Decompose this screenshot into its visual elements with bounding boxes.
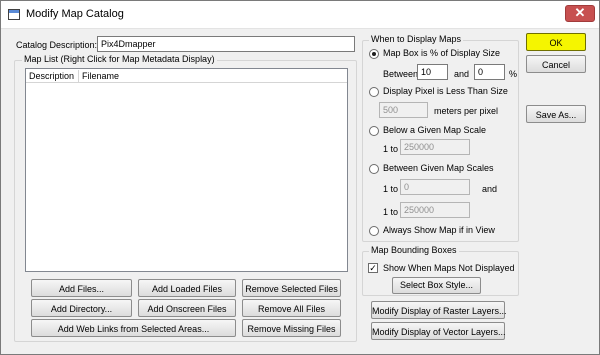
radio-always-show[interactable] [369,226,379,236]
map-list-table[interactable]: Description Filename [25,68,348,272]
column-header-description[interactable]: Description [26,70,79,82]
add-onscreen-files-button[interactable]: Add Onscreen Files [138,299,236,317]
save-as-button[interactable]: Save As... [526,105,586,123]
modify-raster-layers-button[interactable]: Modify Display of Raster Layers... [371,301,507,319]
show-boxes-checkbox[interactable]: ✓ [368,263,378,273]
title-bar[interactable]: Modify Map Catalog ✕ [1,1,599,29]
between-label: Between [383,69,419,79]
ok-button[interactable]: OK [526,33,586,51]
close-button[interactable]: ✕ [565,5,595,22]
radio-display-pixel-label[interactable]: Display Pixel is Less Than Size [383,86,508,96]
catalog-description-input[interactable]: Pix4Dmapper [97,36,355,52]
window-title: Modify Map Catalog [26,8,124,20]
select-box-style-button[interactable]: Select Box Style... [392,277,481,294]
bounding-boxes-group-label: Map Bounding Boxes [369,245,459,255]
meters-per-pixel-label: meters per pixel [434,106,499,116]
between-max-input[interactable]: 0 [474,64,505,80]
add-web-links-button[interactable]: Add Web Links from Selected Areas... [31,319,236,337]
add-loaded-files-button[interactable]: Add Loaded Files [138,279,236,297]
add-files-button[interactable]: Add Files... [31,279,132,297]
cancel-button[interactable]: Cancel [526,55,586,73]
scale-min-input[interactable]: 0 [400,179,470,195]
scale-max-one-to-label: 1 to [383,207,399,217]
scale-max-input[interactable]: 250000 [400,202,470,218]
radio-display-pixel[interactable] [369,87,379,97]
radio-between-scales[interactable] [369,164,379,174]
between-min-input[interactable]: 10 [417,64,448,80]
remove-missing-files-button[interactable]: Remove Missing Files [242,319,341,337]
below-scale-input[interactable]: 250000 [400,139,470,155]
when-to-display-group-label: When to Display Maps [369,34,464,44]
map-list-header: Description Filename [26,69,347,83]
show-boxes-label[interactable]: Show When Maps Not Displayed [383,263,515,273]
radio-below-scale-label[interactable]: Below a Given Map Scale [383,125,486,135]
radio-map-box-percent[interactable] [369,49,379,59]
pixel-size-input[interactable]: 500 [379,102,428,118]
below-scale-one-to-label: 1 to [383,144,399,154]
radio-map-box-percent-label[interactable]: Map Box is % of Display Size [383,48,500,58]
catalog-description-label: Catalog Description: [16,40,98,50]
add-directory-button[interactable]: Add Directory... [31,299,132,317]
remove-selected-files-button[interactable]: Remove Selected Files [242,279,341,297]
and-label: and [454,69,470,79]
map-list-group-label: Map List (Right Click for Map Metadata D… [22,54,217,64]
remove-all-files-button[interactable]: Remove All Files [242,299,341,317]
radio-below-scale[interactable] [369,126,379,136]
modify-map-catalog-dialog: Modify Map Catalog ✕ Catalog Description… [0,0,600,355]
scale-min-one-to-label: 1 to [383,184,399,194]
radio-between-scales-label[interactable]: Between Given Map Scales [383,163,494,173]
percent-label: % [509,69,518,79]
modify-vector-layers-button[interactable]: Modify Display of Vector Layers... [371,322,506,340]
window-icon [8,9,20,20]
column-header-filename[interactable]: Filename [79,70,349,82]
scale-and-label: and [482,184,498,194]
radio-always-show-label[interactable]: Always Show Map if in View [383,225,495,235]
